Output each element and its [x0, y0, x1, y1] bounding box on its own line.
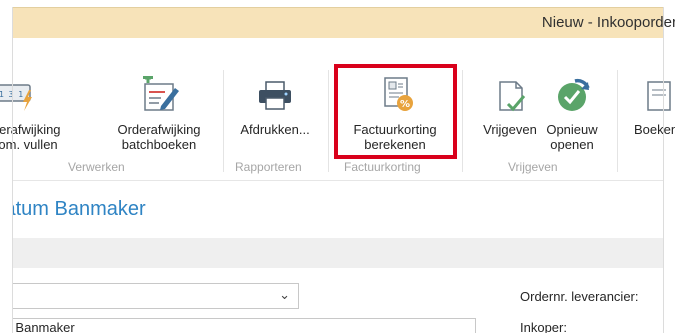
vendor-name-field[interactable]: Adatum Banmaker	[12, 318, 476, 333]
title-bar: Nieuw - Inkooporder	[12, 7, 675, 38]
opnieuw-openen-button[interactable]: Opnieuw openen	[535, 76, 609, 156]
page-title: Adatum Banmaker	[4, 198, 146, 221]
group-label-verwerken: Verwerken	[68, 160, 125, 174]
button-label-line2: openen	[550, 137, 594, 152]
ribbon-separator	[462, 70, 463, 172]
ribbon-separator	[328, 70, 329, 172]
button-label: Afdrukken...	[240, 122, 310, 137]
group-label-vrijgeven: Vrijgeven	[508, 160, 558, 174]
document-pen-plus-icon	[139, 73, 179, 115]
printer-icon	[257, 81, 293, 114]
boeken-button[interactable]: Boeken	[624, 76, 675, 156]
ribbon-separator	[617, 70, 618, 172]
orderafwijking-batchboeken-button[interactable]: Orderafwijking batchboeken	[107, 73, 211, 156]
left-border	[12, 7, 13, 333]
ordernr-leverancier-label: Ordernr. leverancier:	[520, 289, 639, 304]
chevron-down-icon[interactable]: ⌄	[279, 287, 290, 303]
inkoper-label: Inkoper:	[520, 320, 567, 333]
calculator-lightning-icon: 1 3 1	[0, 82, 35, 115]
afdrukken-button[interactable]: Afdrukken...	[232, 76, 318, 156]
section-header	[12, 238, 663, 268]
ribbon-divider	[12, 180, 663, 181]
vendor-name-value: Adatum Banmaker	[13, 320, 75, 333]
highlight-box	[334, 64, 457, 159]
app-window: Nieuw - Inkooporder 1 3 1 Orderafwijking…	[0, 0, 675, 333]
window-title: Nieuw - Inkooporder	[541, 14, 675, 31]
button-label-line1: Opnieuw	[546, 122, 598, 137]
button-label: Boeken	[634, 122, 675, 137]
group-label-rapporteren: Rapporteren	[235, 160, 302, 174]
right-border	[663, 7, 664, 333]
vendor-select[interactable]: ⌄	[12, 283, 299, 309]
page-title-text: Adatum Banmaker	[4, 198, 146, 220]
ribbon-separator	[223, 70, 224, 172]
document-check-icon	[496, 80, 530, 117]
document-icon	[644, 80, 674, 117]
reopen-check-icon	[555, 78, 591, 115]
button-label-line2: batchboeken	[121, 137, 197, 152]
group-label-factuurkorting: Factuurkorting	[344, 160, 421, 174]
button-label-line1: Orderafwijking	[117, 122, 201, 137]
